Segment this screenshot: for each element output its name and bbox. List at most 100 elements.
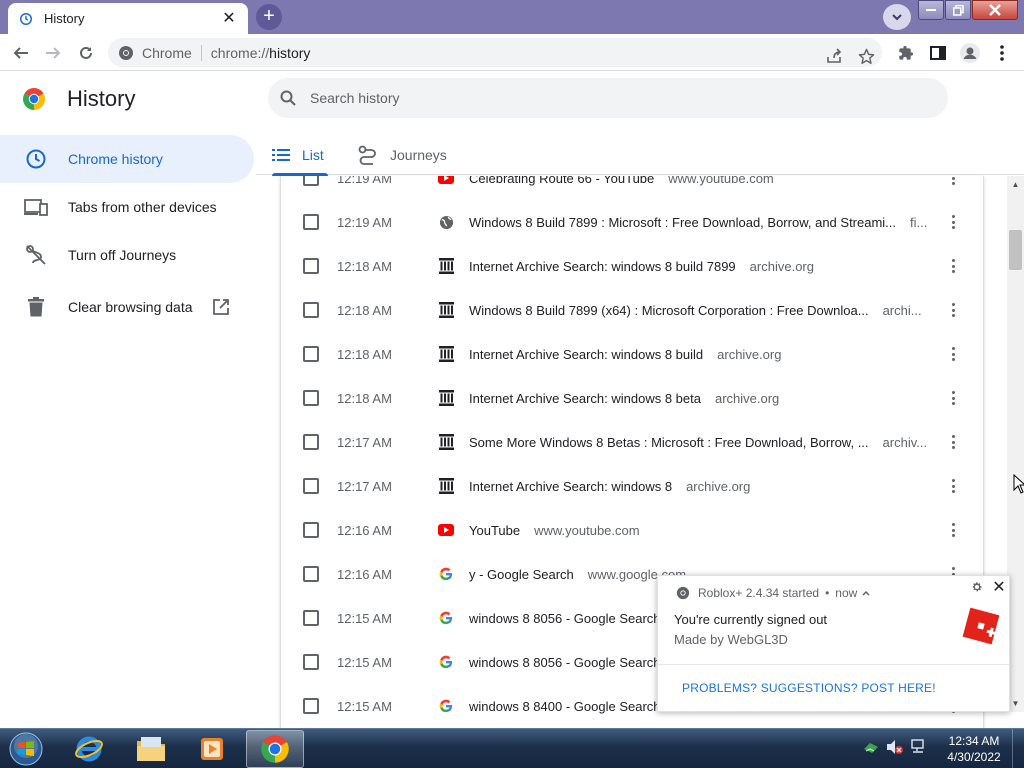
- google-icon: [438, 566, 454, 582]
- row-checkbox[interactable]: [303, 522, 319, 538]
- windows-logo-icon: [9, 732, 43, 766]
- network-tray-icon[interactable]: [862, 739, 880, 755]
- bookmark-star-icon[interactable]: [854, 44, 878, 68]
- scroll-up-icon[interactable]: ▲: [1007, 176, 1024, 193]
- taskbar-chrome[interactable]: [246, 730, 304, 768]
- history-row[interactable]: 12:18 AM Internet Archive Search: windows…: [281, 376, 983, 420]
- arrow-right-icon: [46, 47, 61, 59]
- taskbar-internet-explorer[interactable]: [60, 730, 118, 768]
- row-title[interactable]: Internet Archive Search: windows 8 beta: [469, 391, 701, 406]
- taskbar-media-player[interactable]: [183, 730, 241, 768]
- row-title[interactable]: windows 8 8056 - Google Search: [469, 611, 661, 626]
- display-tray-icon[interactable]: [910, 739, 928, 755]
- puzzle-icon: [899, 46, 913, 60]
- row-title[interactable]: Internet Archive Search: windows 8 build: [469, 347, 703, 362]
- row-link[interactable]: Windows 8 Build 7899 (x64) : Microsoft C…: [469, 303, 927, 318]
- row-link[interactable]: Some More Windows 8 Betas : Microsoft : …: [469, 435, 927, 450]
- row-more-icon[interactable]: [947, 302, 959, 318]
- address-bar[interactable]: Chrome chrome://history: [108, 38, 882, 67]
- row-checkbox[interactable]: [303, 610, 319, 626]
- back-button[interactable]: [8, 40, 34, 66]
- profile-button[interactable]: [957, 40, 983, 66]
- row-title[interactable]: y - Google Search: [469, 567, 574, 582]
- row-title[interactable]: Windows 8 Build 7899 : Microsoft : Free …: [469, 215, 896, 230]
- row-checkbox[interactable]: [303, 214, 319, 230]
- history-row[interactable]: 12:17 AM Internet Archive Search: windows…: [281, 464, 983, 508]
- history-row[interactable]: 12:19 AM Celebrating Route 66 - YouTube ww…: [281, 176, 983, 200]
- row-checkbox[interactable]: [303, 302, 319, 318]
- row-checkbox[interactable]: [303, 434, 319, 450]
- chevron-up-icon[interactable]: [861, 588, 871, 598]
- sidebar-item-tabs-other-devices[interactable]: Tabs from other devices: [0, 183, 256, 231]
- row-title[interactable]: Internet Archive Search: windows 8 build…: [469, 259, 736, 274]
- sidebar-item-clear-browsing-data[interactable]: Clear browsing data: [0, 279, 256, 335]
- taskbar-clock[interactable]: 12:34 AM 4/30/2022: [942, 733, 1006, 765]
- row-title[interactable]: windows 8 8400 - Google Search: [469, 699, 661, 714]
- row-checkbox[interactable]: [303, 176, 319, 186]
- reload-button[interactable]: [73, 40, 99, 66]
- tab-search-button[interactable]: [883, 4, 911, 30]
- row-link[interactable]: Windows 8 Build 7899 : Microsoft : Free …: [469, 215, 927, 230]
- extensions-button[interactable]: [893, 40, 919, 66]
- row-checkbox[interactable]: [303, 478, 319, 494]
- volume-muted-icon[interactable]: [886, 739, 904, 755]
- share-icon[interactable]: [822, 44, 846, 68]
- row-checkbox[interactable]: [303, 258, 319, 274]
- row-more-icon[interactable]: [947, 390, 959, 406]
- row-more-icon[interactable]: [947, 258, 959, 274]
- row-checkbox[interactable]: [303, 390, 319, 406]
- tab-close-icon[interactable]: ✕: [220, 10, 238, 27]
- sidebar-item-turn-off-journeys[interactable]: Turn off Journeys: [0, 231, 256, 279]
- history-row[interactable]: 12:17 AM Some More Windows 8 Betas : Micr…: [281, 420, 983, 464]
- row-more-icon[interactable]: [947, 214, 959, 230]
- side-panel-button[interactable]: [925, 40, 951, 66]
- row-link[interactable]: Internet Archive Search: windows 8 archiv…: [469, 479, 927, 494]
- history-row[interactable]: 12:18 AM Internet Archive Search: windows…: [281, 244, 983, 288]
- row-title[interactable]: Some More Windows 8 Betas : Microsoft : …: [469, 435, 869, 450]
- row-link[interactable]: YouTube www.youtube.com: [469, 523, 927, 538]
- history-row[interactable]: 12:19 AM Windows 8 Build 7899 : Microsoft…: [281, 200, 983, 244]
- history-row[interactable]: 12:18 AM Internet Archive Search: windows…: [281, 332, 983, 376]
- row-title[interactable]: YouTube: [469, 523, 520, 538]
- notification-close-icon[interactable]: ✕: [991, 577, 1007, 597]
- row-checkbox[interactable]: [303, 346, 319, 362]
- search-input[interactable]: [310, 90, 870, 106]
- row-more-icon[interactable]: [947, 478, 959, 494]
- row-link[interactable]: Internet Archive Search: windows 8 build…: [469, 259, 927, 274]
- settings-gear-icon[interactable]: [971, 580, 985, 594]
- row-checkbox[interactable]: [303, 566, 319, 582]
- search-box[interactable]: [268, 78, 948, 118]
- row-checkbox[interactable]: [303, 654, 319, 670]
- history-row[interactable]: 12:18 AM Windows 8 Build 7899 (x64) : Mic…: [281, 288, 983, 332]
- row-more-icon[interactable]: [947, 176, 959, 186]
- row-link[interactable]: Internet Archive Search: windows 8 beta a…: [469, 391, 927, 406]
- menu-button[interactable]: [989, 40, 1015, 66]
- row-more-icon[interactable]: [947, 346, 959, 362]
- forward-button[interactable]: [40, 40, 66, 66]
- row-title[interactable]: windows 8 8056 - Google Search: [469, 655, 661, 670]
- taskbar-explorer[interactable]: [122, 730, 180, 768]
- archive-icon: [438, 478, 454, 494]
- show-desktop-button[interactable]: [1012, 729, 1024, 768]
- minimize-button[interactable]: [918, 0, 944, 20]
- maximize-button[interactable]: [945, 0, 971, 20]
- row-link[interactable]: Internet Archive Search: windows 8 build…: [469, 347, 927, 362]
- row-title[interactable]: Celebrating Route 66 - YouTube: [469, 176, 654, 186]
- history-row[interactable]: 12:16 AM YouTube www.youtube.com: [281, 508, 983, 552]
- extension-notification: Roblox+ 2.4.34 started • now ✕ You're cu…: [657, 575, 1010, 712]
- row-title[interactable]: Internet Archive Search: windows 8: [469, 479, 672, 494]
- row-link[interactable]: Celebrating Route 66 - YouTube www.youtub…: [469, 176, 927, 186]
- tab-list[interactable]: List: [272, 135, 328, 176]
- notification-action-link[interactable]: PROBLEMS? SUGGESTIONS? POST HERE!: [682, 681, 936, 695]
- row-title[interactable]: Windows 8 Build 7899 (x64) : Microsoft C…: [469, 303, 869, 318]
- window-close-button[interactable]: [972, 0, 1018, 20]
- start-button[interactable]: [6, 731, 46, 767]
- row-checkbox[interactable]: [303, 698, 319, 714]
- browser-tab-history[interactable]: History ✕: [8, 3, 248, 34]
- tab-journeys[interactable]: Journeys: [358, 135, 447, 175]
- sidebar-item-chrome-history[interactable]: Chrome history: [0, 135, 254, 183]
- row-more-icon[interactable]: [947, 522, 959, 538]
- new-tab-button[interactable]: +: [256, 4, 282, 30]
- row-more-icon[interactable]: [947, 434, 959, 450]
- scroll-thumb[interactable]: [1009, 230, 1022, 270]
